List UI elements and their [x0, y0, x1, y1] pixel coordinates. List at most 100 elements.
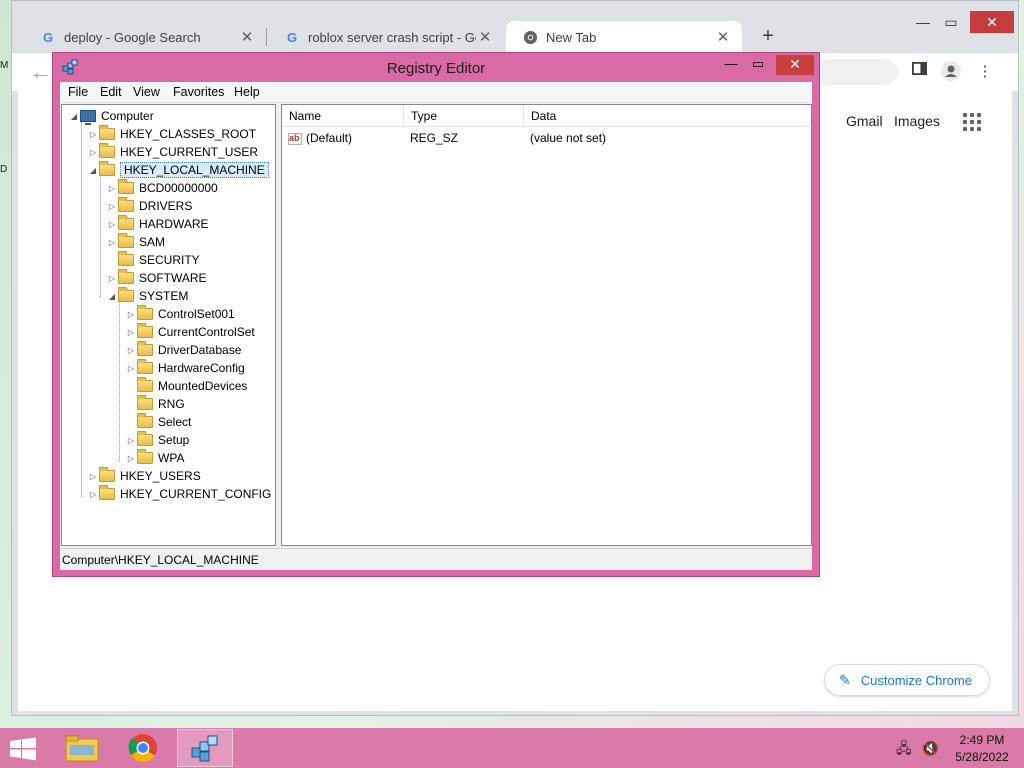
expand-arrow-icon[interactable]: ▷: [87, 148, 99, 157]
expand-arrow-icon[interactable]: ▷: [106, 202, 118, 211]
volume-muted-icon[interactable]: 🔇: [922, 740, 939, 756]
tree-node-mounteddevices[interactable]: MountedDevices: [125, 377, 247, 395]
tree-node-system[interactable]: ◢ SYSTEM: [106, 287, 188, 305]
value-list[interactable]: Name Type Data ab (Default) REG_SZ (valu…: [281, 104, 812, 546]
tree-node-hkcu[interactable]: ▷ HKEY_CURRENT_USER: [87, 143, 258, 161]
folder-icon: [118, 269, 134, 284]
menu-help[interactable]: Help: [234, 85, 260, 99]
tree-node-label: SAM: [139, 235, 166, 249]
expand-arrow-icon[interactable]: ▷: [87, 490, 99, 499]
tree-node-label: SYSTEM: [139, 289, 189, 303]
tree-node-select[interactable]: Select: [125, 413, 191, 431]
expand-arrow-icon[interactable]: ▷: [106, 184, 118, 193]
collapse-arrow-icon[interactable]: ◢: [68, 112, 80, 121]
chrome-taskbar-icon[interactable]: [115, 729, 171, 767]
tree-node-hku[interactable]: ▷ HKEY_USERS: [87, 467, 201, 485]
column-header-data[interactable]: Data: [524, 105, 811, 127]
tab-deploy-search[interactable]: G deploy - Google Search ✕: [24, 21, 266, 53]
profile-avatar-icon[interactable]: [940, 61, 962, 83]
tree-node-label: Computer: [101, 109, 154, 123]
tree-node-controlset001[interactable]: ▷ ControlSet001: [125, 305, 235, 323]
tab-new-tab[interactable]: New Tab ✕: [506, 21, 742, 53]
tree-node-label: RNG: [158, 397, 185, 411]
expand-arrow-icon[interactable]: ▷: [106, 274, 118, 283]
chrome-icon: [522, 29, 538, 45]
folder-icon: [99, 125, 115, 140]
close-button[interactable]: ✕: [776, 55, 814, 75]
tree-node-hklm[interactable]: ◢ HKEY_LOCAL_MACHINE: [87, 161, 269, 179]
column-header-type[interactable]: Type: [404, 105, 524, 127]
window-minimize-button[interactable]: ―: [912, 11, 934, 33]
tree-node-label: ControlSet001: [158, 307, 235, 321]
google-apps-icon[interactable]: [963, 113, 981, 131]
window-close-button[interactable]: ✕: [970, 11, 1014, 33]
expand-arrow-icon[interactable]: ▷: [125, 310, 137, 319]
expand-arrow-icon[interactable]: ▷: [125, 436, 137, 445]
file-explorer-icon[interactable]: [54, 729, 110, 767]
tree-node-sam[interactable]: ▷ SAM: [106, 233, 165, 251]
tab-roblox-search[interactable]: G roblox server crash script - Goog ✕: [268, 21, 504, 53]
customize-chrome-button[interactable]: ✎ Customize Chrome: [824, 664, 990, 696]
expand-arrow-icon[interactable]: ▷: [125, 454, 137, 463]
tree-node-label: HKEY_CURRENT_CONFIG: [120, 487, 272, 501]
menu-view[interactable]: View: [133, 85, 160, 99]
collapse-arrow-icon[interactable]: ◢: [87, 166, 99, 175]
clock-time[interactable]: 2:49 PM: [952, 733, 1012, 747]
clock-date[interactable]: 5/28/2022: [950, 750, 1014, 764]
tree-node-computer[interactable]: ◢ Computer: [68, 107, 154, 125]
tree-node-driverdatabase[interactable]: ▷ DriverDatabase: [125, 341, 241, 359]
registry-editor-taskbar-icon[interactable]: [177, 729, 233, 767]
network-icon[interactable]: 🖧: [896, 740, 912, 756]
windows-start-icon[interactable]: [9, 737, 37, 761]
tab-close-icon[interactable]: ✕: [238, 28, 256, 46]
tree-node-hkcc[interactable]: ▷ HKEY_CURRENT_CONFIG: [87, 485, 271, 503]
desktop-icon-fragment[interactable]: M: [0, 60, 10, 74]
tree-node-hardwareconfig[interactable]: ▷ HardwareConfig: [125, 359, 245, 377]
title-bar[interactable]: Registry Editor — ▭ ✕: [53, 53, 819, 83]
tree-node-label: HKEY_CURRENT_USER: [120, 145, 259, 159]
tree-node-drivers[interactable]: ▷ DRIVERS: [106, 197, 192, 215]
tab-close-icon[interactable]: ✕: [476, 28, 494, 46]
gmail-link[interactable]: Gmail: [846, 113, 883, 129]
menu-edit[interactable]: Edit: [100, 85, 122, 99]
tab-close-icon[interactable]: ✕: [714, 28, 732, 46]
menu-file[interactable]: File: [68, 85, 88, 99]
menu-favorites[interactable]: Favorites: [173, 85, 224, 99]
kebab-menu-icon[interactable]: ⋮: [974, 61, 996, 83]
tree-node-bcd[interactable]: ▷ BCD00000000: [106, 179, 218, 197]
maximize-button[interactable]: ▭: [745, 55, 771, 75]
expand-arrow-icon[interactable]: ▷: [125, 328, 137, 337]
tree-node-hardware[interactable]: ▷ HARDWARE: [106, 215, 209, 233]
tree-guide: [100, 173, 101, 297]
tab-separator: [266, 28, 267, 46]
expand-arrow-icon[interactable]: ▷: [87, 472, 99, 481]
folder-icon: [99, 485, 115, 500]
desktop-icon-fragment[interactable]: D: [0, 164, 10, 178]
tree-node-setup[interactable]: ▷ Setup: [125, 431, 189, 449]
tree-node-rng[interactable]: RNG: [125, 395, 185, 413]
side-panel-icon[interactable]: [908, 61, 930, 83]
tree-node-software[interactable]: ▷ SOFTWARE: [106, 269, 207, 287]
window-maximize-button[interactable]: ▭: [940, 11, 962, 33]
key-tree[interactable]: ◢ Computer ▷ HKEY_CLASSES_ROOT ▷ HKEY_CU…: [61, 104, 276, 546]
tree-node-label: HKEY_USERS: [120, 469, 201, 483]
images-link[interactable]: Images: [894, 113, 940, 129]
minimize-button[interactable]: —: [718, 55, 744, 75]
computer-icon: [80, 110, 96, 125]
expand-arrow-icon[interactable]: ▷: [87, 130, 99, 139]
tree-node-wpa[interactable]: ▷ WPA: [125, 449, 184, 467]
value-name[interactable]: (Default): [306, 131, 352, 145]
expand-arrow-icon[interactable]: ▷: [106, 238, 118, 247]
tree-node-hkcr[interactable]: ▷ HKEY_CLASSES_ROOT: [87, 125, 256, 143]
new-tab-button[interactable]: +: [757, 25, 779, 47]
expand-arrow-icon[interactable]: ▷: [125, 346, 137, 355]
tree-node-label: Select: [158, 415, 192, 429]
tree-node-security[interactable]: SECURITY: [106, 251, 200, 269]
expand-arrow-icon[interactable]: ▷: [106, 220, 118, 229]
value-type: REG_SZ: [410, 131, 459, 145]
folder-icon: [137, 341, 153, 356]
collapse-arrow-icon[interactable]: ◢: [106, 292, 118, 301]
column-header-name[interactable]: Name: [282, 105, 404, 127]
expand-arrow-icon[interactable]: ▷: [125, 364, 137, 373]
tree-node-currentcontrolset[interactable]: ▷ CurrentControlSet: [125, 323, 255, 341]
